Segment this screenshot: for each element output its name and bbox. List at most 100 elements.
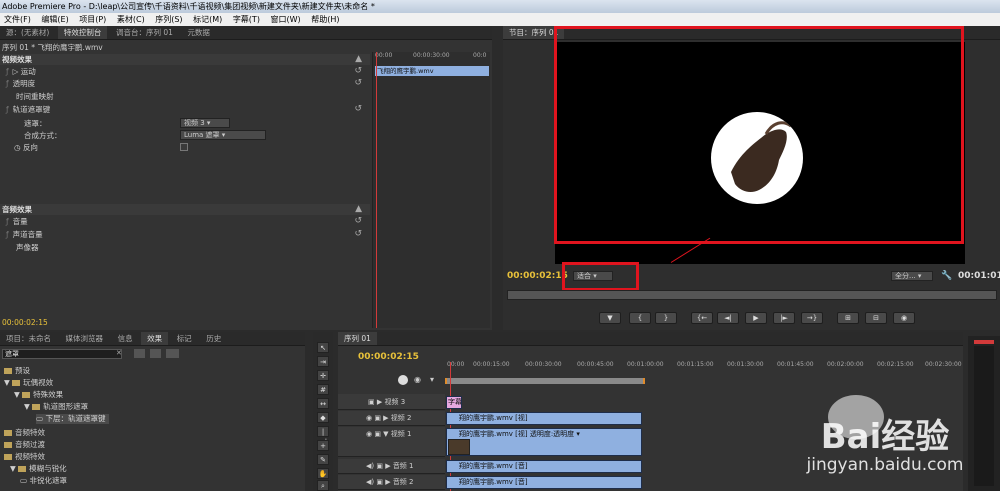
- section-video-effects[interactable]: 视频效果 ▲: [0, 54, 370, 65]
- menu-sequence[interactable]: 序列(S): [151, 13, 186, 26]
- track-header-video2[interactable]: ◉ ▣ ▶ 视频 2: [338, 411, 445, 426]
- reset-icon[interactable]: ↺: [354, 78, 362, 89]
- track-header-video1[interactable]: ◉ ▣ ▼ 视频 1: [338, 427, 445, 457]
- accelerated-icon[interactable]: [134, 349, 145, 358]
- expand-icon[interactable]: ▲: [355, 54, 362, 65]
- fx-icon[interactable]: ƒ: [6, 230, 9, 239]
- clip-title-graphic[interactable]: 字幕: [446, 396, 462, 409]
- add-marker-icon[interactable]: ▾: [430, 375, 434, 384]
- menu-window[interactable]: 窗口(W): [267, 13, 305, 26]
- razor-tool-icon[interactable]: ◆: [317, 412, 329, 423]
- slide-tool-icon[interactable]: +: [317, 440, 329, 451]
- zoom-tool-icon[interactable]: ⌕: [317, 480, 329, 491]
- effect-channel-volume[interactable]: ƒ 声道音量 ↺: [0, 229, 370, 240]
- step-back-button[interactable]: ◄|: [717, 312, 739, 324]
- reset-icon[interactable]: ↺: [354, 104, 362, 115]
- selection-tool-icon[interactable]: ↖: [317, 342, 329, 353]
- tab-source[interactable]: 源：(无素材): [0, 26, 55, 39]
- reset-icon[interactable]: ↺: [354, 216, 362, 227]
- clip-video2[interactable]: 翔的鹰宇鹏.wmv [视]: [446, 412, 642, 425]
- menu-clip[interactable]: 素材(C): [113, 13, 149, 26]
- tree-item-presets[interactable]: 预设: [4, 366, 30, 376]
- mini-playhead[interactable]: [376, 52, 377, 328]
- rolling-edit-tool-icon[interactable]: #: [317, 384, 329, 395]
- tab-metadata[interactable]: 元数据: [181, 26, 216, 39]
- track-header-audio1[interactable]: ◀) ▣ ▶ 音频 1: [338, 459, 445, 474]
- reset-icon[interactable]: ↺: [354, 66, 362, 77]
- fx-icon[interactable]: ƒ: [6, 105, 9, 114]
- menu-title[interactable]: 字幕(T): [229, 13, 264, 26]
- tab-info[interactable]: 信息: [112, 332, 139, 345]
- marker-button[interactable]: ▼: [599, 312, 621, 324]
- tab-sequence[interactable]: 序列 01: [338, 332, 377, 345]
- expand-icon[interactable]: ▲: [355, 204, 362, 215]
- tree-item-track-matte-folder[interactable]: ▼ 轨道图形遮罩: [24, 402, 88, 412]
- menu-help[interactable]: 帮助(H): [307, 13, 343, 26]
- play-button[interactable]: ▶: [745, 312, 767, 324]
- tab-audio-mixer[interactable]: 调音台：序列 01: [110, 26, 179, 39]
- lift-button[interactable]: ⊞: [837, 312, 859, 324]
- timeline-ruler[interactable]: 00:00 00:00:15:00 00:00:30:00 00:00:45:0…: [445, 358, 962, 388]
- tree-item-track-matte-key[interactable]: ▭ 下层：轨道遮罩键: [36, 414, 110, 424]
- tree-item-video-effects[interactable]: 视频特效: [4, 452, 45, 462]
- clip-audio1[interactable]: 翔的鹰宇鹏.wmv [音]: [446, 460, 642, 473]
- effect-track-matte[interactable]: ƒ 轨道遮罩键 ↺: [0, 104, 370, 115]
- tab-history[interactable]: 历史: [200, 332, 227, 345]
- effect-opacity[interactable]: ƒ 透明度 ↺: [0, 78, 370, 89]
- tab-effects[interactable]: 效果: [141, 332, 169, 345]
- wrench-icon[interactable]: 🔧: [941, 271, 952, 281]
- section-audio-effects[interactable]: 音频效果 ▲: [0, 204, 370, 215]
- tree-item-audio-transitions[interactable]: 音频过渡: [4, 440, 45, 450]
- mini-clip[interactable]: 飞翔的鹰宇鹏.wmv: [375, 66, 489, 76]
- track-header-video3[interactable]: ▣ ▶ 视频 3: [338, 394, 445, 410]
- snap-icon[interactable]: [398, 375, 408, 385]
- tab-project[interactable]: 项目：未命名: [0, 332, 57, 345]
- tree-item-unsharp-mask[interactable]: ▭ 非锐化遮罩: [20, 476, 67, 486]
- export-frame-button[interactable]: ◉: [893, 312, 915, 324]
- speaker-icon[interactable]: ◀): [366, 478, 374, 486]
- ripple-edit-tool-icon[interactable]: ✛: [317, 370, 329, 381]
- composite-dropdown[interactable]: Luma 遮罩 ▾: [180, 130, 266, 140]
- tab-effect-controls[interactable]: 特效控制台: [57, 26, 108, 39]
- tree-item-blur-sharpen[interactable]: ▼ 模糊与锐化: [10, 464, 67, 474]
- menu-project[interactable]: 项目(P): [75, 13, 110, 26]
- tree-item-special-effects[interactable]: ▼ 特殊效果: [14, 390, 63, 400]
- fx-icon[interactable]: ƒ: [6, 67, 9, 76]
- effect-volume[interactable]: ƒ 音量 ↺: [0, 216, 370, 227]
- effect-panner[interactable]: 声像器: [0, 242, 370, 253]
- slip-tool-icon[interactable]: |↔|: [317, 426, 329, 446]
- tab-media-browser[interactable]: 媒体浏览器: [60, 332, 110, 345]
- rate-stretch-tool-icon[interactable]: ↔: [317, 398, 329, 409]
- menu-file[interactable]: 文件(F): [0, 13, 35, 26]
- program-scrubber[interactable]: [507, 290, 997, 300]
- eye-icon[interactable]: ◉: [366, 414, 372, 422]
- matte-dropdown[interactable]: 视频 3 ▾: [180, 118, 230, 128]
- effect-timecode[interactable]: 00:00:02:15: [2, 318, 48, 327]
- menu-edit[interactable]: 编辑(E): [37, 13, 72, 26]
- mark-in-button[interactable]: {: [629, 312, 651, 324]
- program-timecode[interactable]: 00:00:02:15: [507, 271, 568, 281]
- track-select-tool-icon[interactable]: ⇥: [317, 356, 329, 367]
- set-marker-icon[interactable]: ◉: [414, 375, 421, 384]
- eye-icon[interactable]: ◉: [366, 430, 372, 438]
- speaker-icon[interactable]: ◀): [366, 462, 374, 470]
- clear-search-icon[interactable]: ✕: [116, 349, 122, 357]
- effect-motion[interactable]: ƒ ▷ 运动 ↺: [0, 66, 370, 77]
- go-to-in-button[interactable]: {←: [691, 312, 713, 324]
- reset-icon[interactable]: ↺: [354, 229, 362, 240]
- clip-audio2[interactable]: 翔的鹰宇鹏.wmv [音]: [446, 476, 642, 489]
- 32bit-icon[interactable]: [150, 349, 161, 358]
- fx-icon[interactable]: ƒ: [6, 217, 9, 226]
- menu-marker[interactable]: 标记(M): [189, 13, 226, 26]
- step-forward-button[interactable]: |►: [773, 312, 795, 324]
- mark-out-button[interactable]: }: [655, 312, 677, 324]
- effects-search-input[interactable]: 遮罩: [2, 349, 122, 359]
- work-area-bar[interactable]: [445, 378, 645, 384]
- track-header-audio2[interactable]: ◀) ▣ ▶ 音频 2: [338, 475, 445, 490]
- extract-button[interactable]: ⊟: [865, 312, 887, 324]
- reverse-checkbox[interactable]: [180, 143, 188, 151]
- stopwatch-icon[interactable]: ◷: [14, 143, 21, 152]
- yuv-icon[interactable]: [166, 349, 179, 358]
- clip-video1[interactable]: 翔的鹰宇鹏.wmv [视] 透明度:透明度 ▾: [446, 428, 642, 456]
- lock-icon[interactable]: ▣: [368, 398, 375, 406]
